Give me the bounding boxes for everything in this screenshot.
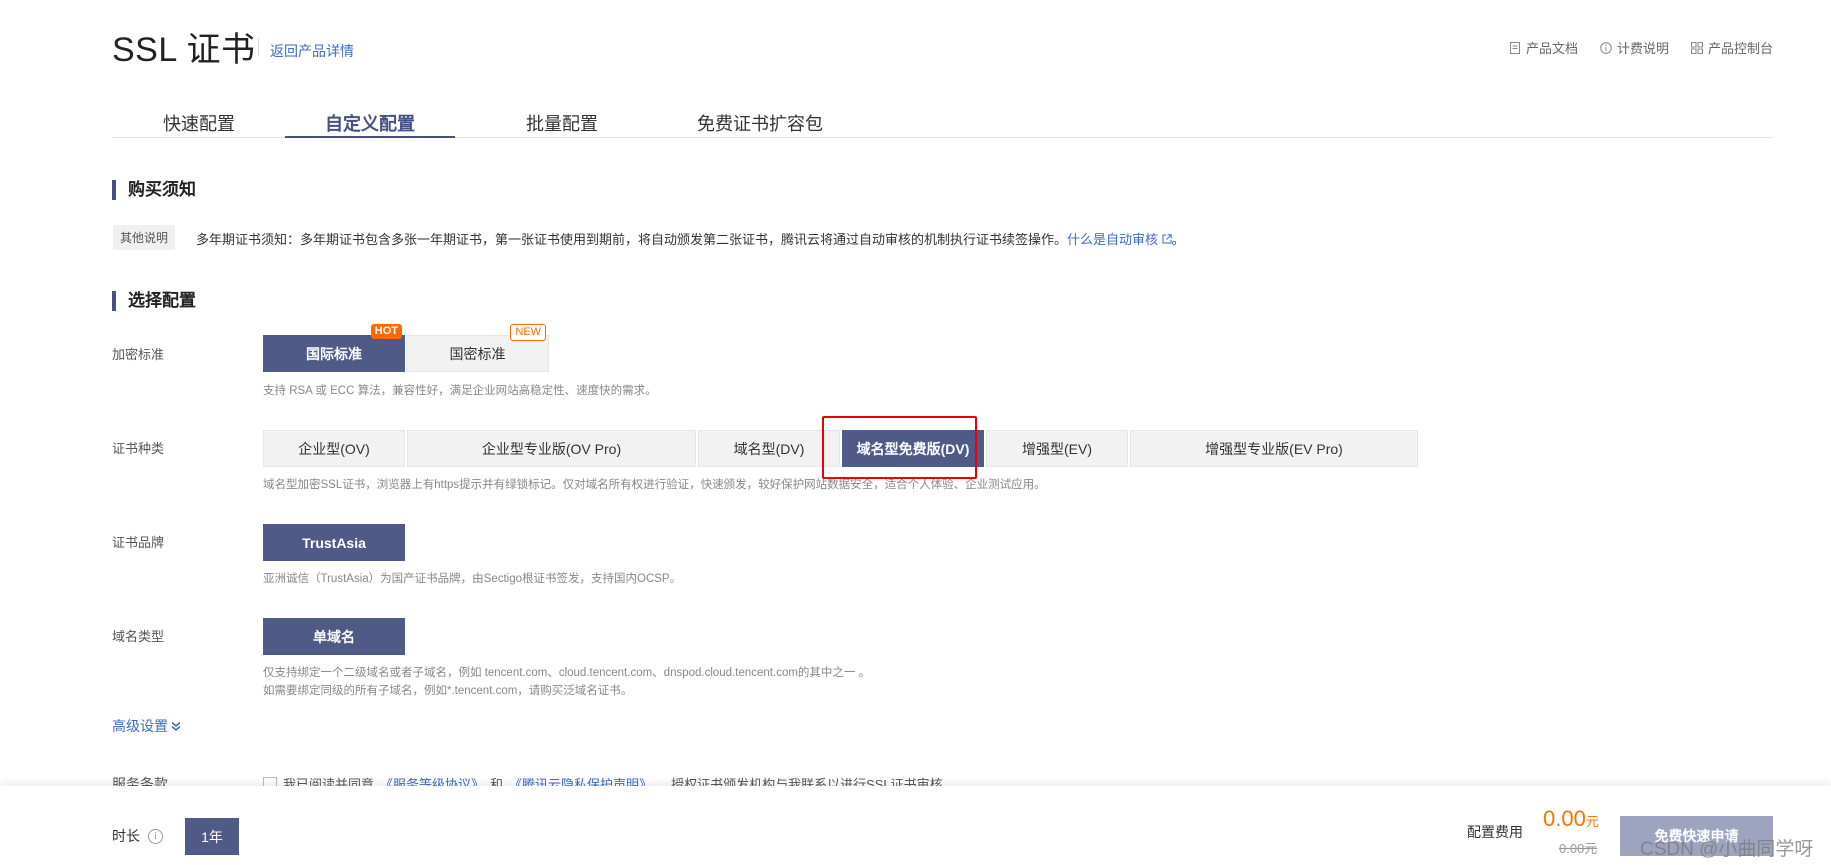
encryption-label: 加密标准: [112, 347, 165, 362]
duration-label: 时长: [112, 828, 140, 844]
domain-type-label: 域名类型: [112, 629, 165, 644]
tab-quick-config[interactable]: 快速配置: [142, 110, 256, 138]
grid-icon: [1690, 41, 1703, 54]
duration-label-group: 时长 i: [112, 826, 163, 846]
duration-option-1-year[interactable]: 1年: [185, 818, 239, 855]
info-icon[interactable]: i: [148, 828, 163, 844]
product-console-label: 产品控制台: [1707, 41, 1773, 56]
hot-badge: HOT: [370, 324, 402, 339]
page-title: SSL 证书: [112, 31, 256, 69]
notice-tail: 。: [1171, 232, 1185, 247]
top-links: 产品文档 计费说明 产品控制台: [1509, 38, 1773, 57]
cert-type-label: 证书种类: [112, 441, 165, 456]
new-badge: NEW: [510, 324, 546, 341]
option-dv[interactable]: 域名型(DV): [698, 430, 840, 467]
option-international-standard-label: 国际标准: [306, 345, 362, 362]
option-national-standard[interactable]: 国密标准 NEW: [406, 324, 549, 372]
option-national-standard-label: 国密标准: [449, 345, 506, 362]
watermark: CSDN @小曲同学呀: [1640, 839, 1814, 860]
option-single-domain[interactable]: 单域名: [263, 618, 405, 655]
price: 0.00元: [1543, 806, 1599, 832]
auto-review-link[interactable]: 什么是自动审核: [1067, 232, 1172, 247]
option-ev-pro[interactable]: 增强型专业版(EV Pro): [1130, 430, 1418, 467]
option-ov-pro[interactable]: 企业型专业版(OV Pro): [407, 430, 696, 467]
option-ov[interactable]: 企业型(OV): [263, 430, 405, 467]
option-dv-free[interactable]: 域名型免费版(DV): [842, 430, 984, 467]
domain-type-hint-1: 仅支持绑定一个二级域名或者子域名，例如 tencent.com、cloud.te…: [263, 667, 871, 679]
notice-text: 多年期证书须知：多年期证书包含多张一年期证书，第一张证书使用到期前，将自动颁发第…: [196, 229, 1185, 248]
advanced-settings-toggle[interactable]: 高级设置: [112, 716, 181, 736]
option-ev[interactable]: 增强型(EV): [986, 430, 1128, 467]
back-to-product-link[interactable]: 返回产品详情: [270, 41, 354, 61]
product-console-link[interactable]: 产品控制台: [1690, 38, 1773, 57]
document-icon: [1509, 41, 1520, 54]
domain-type-hint-2: 如需要绑定同级的所有子域名，例如*.tencent.com，请购买泛域名证书。: [263, 685, 633, 697]
tab-free-cert-package[interactable]: 免费证书扩容包: [680, 110, 840, 138]
bottom-bar: 时长 i 1年 配置费用 0.00元 0.00元 免费快速申请 CSDN @小曲…: [0, 786, 1831, 865]
billing-info-link[interactable]: 计费说明: [1600, 38, 1669, 57]
purchase-notice-title: 购买须知: [112, 180, 196, 200]
fee-label: 配置费用: [1467, 824, 1523, 840]
external-link-icon: [1162, 234, 1172, 244]
original-price: 0.00元: [1559, 841, 1598, 856]
price-unit: 元: [1585, 814, 1599, 829]
encryption-hint: 支持 RSA 或 ECC 算法，兼容性好，满足企业网站高稳定性、速度快的需求。: [263, 385, 657, 397]
price-value: 0.00: [1543, 806, 1586, 831]
select-config-title: 选择配置: [112, 291, 196, 311]
notice-body: 多年期证书须知：多年期证书包含多张一年期证书，第一张证书使用到期前，将自动颁发第…: [196, 232, 1068, 247]
cert-type-hint: 域名型加密SSL证书，浏览器上有https提示并有绿锁标记。仅对域名所有权进行验…: [263, 479, 1046, 491]
tab-custom-config[interactable]: 自定义配置: [285, 110, 455, 138]
advanced-settings-label: 高级设置: [112, 718, 168, 734]
double-chevron-down-icon: [171, 721, 181, 731]
billing-info-label: 计费说明: [1616, 41, 1669, 56]
product-docs-link[interactable]: 产品文档: [1509, 38, 1578, 57]
title-separator: [258, 38, 259, 56]
tab-batch-config[interactable]: 批量配置: [504, 110, 620, 138]
option-trustasia[interactable]: TrustAsia: [263, 524, 405, 561]
info-circle-icon: [1600, 41, 1612, 54]
brand-label: 证书品牌: [112, 535, 165, 550]
auto-review-link-label: 什么是自动审核: [1067, 232, 1159, 247]
option-international-standard[interactable]: 国际标准 HOT: [263, 324, 405, 372]
config-tabs: 快速配置 自定义配置 批量配置 免费证书扩容包: [112, 108, 1773, 138]
brand-hint: 亚洲诚信（TrustAsia）为国产证书品牌，由Sectigo根证书签发，支持国…: [263, 573, 682, 585]
notice-tag: 其他说明: [113, 225, 176, 250]
product-docs-label: 产品文档: [1525, 41, 1578, 56]
